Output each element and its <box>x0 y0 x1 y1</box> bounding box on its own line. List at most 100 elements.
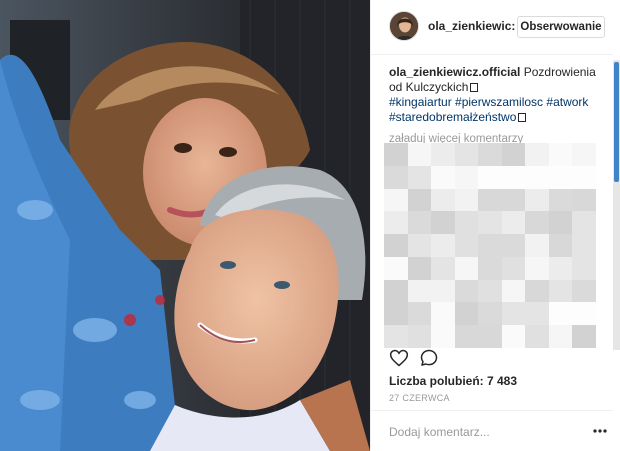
redaction-pixel <box>384 302 408 326</box>
redaction-pixel <box>431 234 455 257</box>
redaction-pixel <box>478 279 502 303</box>
redaction-pixel <box>525 165 549 189</box>
redaction-pixel <box>548 188 573 212</box>
redaction-pixel <box>431 165 455 189</box>
redaction-pixel <box>525 256 549 280</box>
post-actions <box>389 348 449 370</box>
redaction-pixel <box>501 165 526 189</box>
emoji-placeholder-icon <box>470 83 479 92</box>
redaction-pixel <box>407 143 432 166</box>
redaction-pixel <box>501 188 526 212</box>
redaction-pixel <box>501 302 526 326</box>
redaction-pixel <box>454 143 479 166</box>
redaction-pixel <box>407 279 432 303</box>
redaction-pixel <box>431 143 455 166</box>
redaction-pixel <box>548 165 573 189</box>
redaction-pixel <box>454 234 479 257</box>
comment-input[interactable]: Dodaj komentarz... <box>389 425 490 439</box>
redaction-pixel <box>407 234 432 257</box>
redaction-pixel <box>478 143 502 166</box>
redaction-pixel <box>525 279 549 303</box>
redaction-pixel <box>384 256 408 280</box>
scrollbar-thumb[interactable] <box>614 62 619 182</box>
redaction-pixel <box>384 234 408 257</box>
redaction-pixel <box>478 325 502 348</box>
redaction-pixel <box>501 143 526 166</box>
redaction-pixel <box>525 234 549 257</box>
redaction-pixel <box>548 325 573 348</box>
redaction-pixel <box>431 302 455 326</box>
redaction-pixel <box>525 325 549 348</box>
redaction-pixel <box>525 302 549 326</box>
redaction-pixel <box>407 165 432 189</box>
redaction-pixel <box>572 211 596 235</box>
redaction-pixel <box>525 188 549 212</box>
redaction-pixel <box>454 302 479 326</box>
redaction-pixel <box>572 325 596 348</box>
redaction-pixel <box>572 234 596 257</box>
redaction-pixel <box>501 325 526 348</box>
redaction-pixel <box>548 143 573 166</box>
header-username[interactable]: ola_zienkiewic: <box>428 19 515 33</box>
redaction-pixel <box>572 143 596 166</box>
redaction-pixel <box>454 188 479 212</box>
redaction-pixel <box>548 302 573 326</box>
redaction-pixel <box>384 165 408 189</box>
redaction-pixel <box>407 211 432 235</box>
redaction-pixel <box>454 279 479 303</box>
redaction-pixel <box>407 325 432 348</box>
emoji-placeholder-icon <box>518 113 527 122</box>
scrollbar[interactable] <box>613 60 620 350</box>
likes-count[interactable]: Liczba polubień: 7 483 <box>389 374 517 388</box>
post-date[interactable]: 27 CZERWCA <box>389 393 450 403</box>
redaction-pixel <box>572 188 596 212</box>
avatar[interactable] <box>389 11 419 41</box>
redaction-pixel <box>501 279 526 303</box>
redaction-pixel <box>548 279 573 303</box>
speech-bubble-icon[interactable] <box>419 348 439 368</box>
redaction-pixel <box>501 234 526 257</box>
redaction-pixel <box>478 234 502 257</box>
redaction-pixel <box>501 256 526 280</box>
redaction-pixel <box>478 302 502 326</box>
caption-hashtags[interactable]: #kingaiartur #pierwszamilosc #atwork #st… <box>389 95 588 124</box>
redaction-pixel <box>431 325 455 348</box>
redaction-pixel <box>478 165 502 189</box>
redaction-pixel <box>525 211 549 235</box>
redaction-pixel <box>454 256 479 280</box>
redaction-pixel <box>572 256 596 280</box>
redaction-pixel <box>431 256 455 280</box>
redaction-pixel <box>501 211 526 235</box>
redaction-pixel <box>407 188 432 212</box>
redaction-pixel <box>478 256 502 280</box>
redaction-pixel <box>478 211 502 235</box>
redaction-pixel <box>384 325 408 348</box>
redaction-pixel <box>572 279 596 303</box>
redaction-pixel <box>454 325 479 348</box>
redaction-pixel <box>431 188 455 212</box>
redaction-pixel <box>454 211 479 235</box>
redaction-pixel <box>407 302 432 326</box>
redaction-pixel <box>478 188 502 212</box>
redaction-pixel <box>572 302 596 326</box>
post-photo[interactable] <box>0 0 370 451</box>
caption-username[interactable]: ola_zienkiewicz.official <box>389 65 520 79</box>
redaction-pixel <box>548 211 573 235</box>
redaction-pixel <box>384 188 408 212</box>
redaction-pixel <box>525 143 549 166</box>
redaction-pixel <box>454 165 479 189</box>
redaction-pixel <box>384 143 408 166</box>
caption: ola_zienkiewicz.official Pozdrowienia od… <box>389 65 611 125</box>
redaction-pixel <box>384 279 408 303</box>
follow-button[interactable]: Obserwowanie <box>517 16 605 38</box>
post-header: ola_zienkiewic: Obserwowanie <box>371 0 613 55</box>
redaction-pixel <box>548 256 573 280</box>
redaction-pixel <box>431 279 455 303</box>
redaction-pixel <box>431 211 455 235</box>
post-sidebar: ola_zienkiewic: Obserwowanie ola_zienkie… <box>370 0 613 451</box>
ellipsis-icon[interactable] <box>593 429 607 433</box>
redaction-pixel <box>572 165 596 189</box>
heart-outline-icon[interactable] <box>389 348 409 368</box>
add-comment-bar: Dodaj komentarz... <box>371 410 613 451</box>
redaction-pixel <box>548 234 573 257</box>
